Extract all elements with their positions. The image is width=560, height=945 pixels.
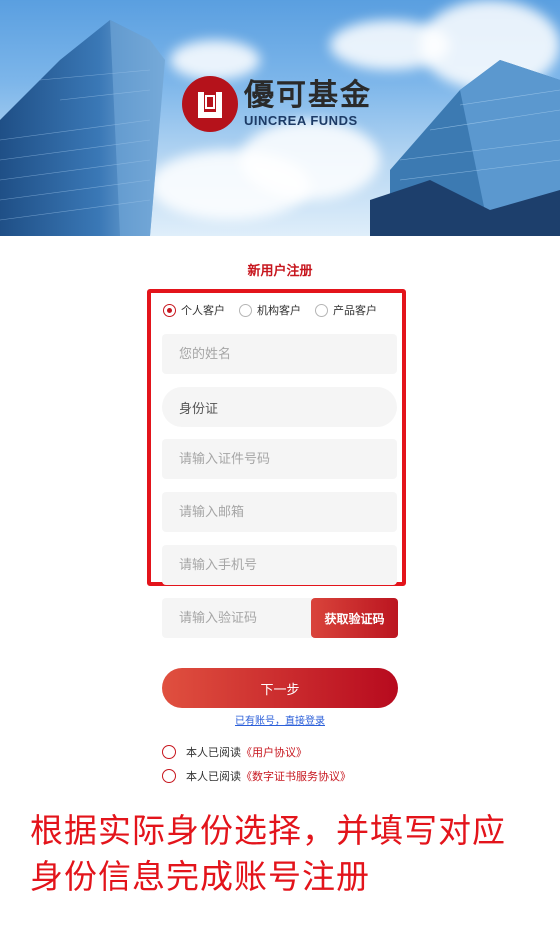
id-number-input[interactable] (162, 439, 397, 479)
cloud (240, 120, 380, 200)
id-type-select[interactable] (162, 387, 397, 427)
radio-unchecked-icon[interactable] (315, 303, 328, 317)
email-input[interactable] (162, 492, 397, 532)
agreement-checkbox[interactable] (162, 745, 176, 759)
radio-institution-customer[interactable]: 机构客户 (239, 302, 301, 318)
radio-label: 机构客户 (257, 304, 301, 317)
agreement-checkbox[interactable] (162, 769, 176, 783)
radio-individual-customer[interactable]: 个人客户 (163, 302, 225, 318)
name-input[interactable] (162, 334, 397, 374)
brand-name-en: UINCREA FUNDS (244, 113, 358, 128)
skyscraper-left-image (0, 20, 165, 236)
get-code-button[interactable]: 获取验证码 (311, 598, 398, 638)
brand-logo: 優可基金 UINCREA FUNDS (182, 76, 382, 132)
login-link[interactable]: 已有账号，直接登录 (0, 712, 560, 727)
next-step-button[interactable]: 下一步 (162, 668, 398, 708)
agreement-prefix: 本人已阅读 (186, 770, 241, 783)
phone-input[interactable] (162, 545, 397, 585)
brand-emblem-icon (182, 76, 238, 132)
agreement-row-certificate: 本人已阅读 《数字证书服务协议》 (162, 768, 351, 784)
user-agreement-link[interactable]: 《用户协议》 (241, 744, 307, 760)
radio-product-customer[interactable]: 产品客户 (315, 302, 377, 318)
agreement-row-user: 本人已阅读 《用户协议》 (162, 744, 307, 760)
header-banner: 優可基金 UINCREA FUNDS (0, 0, 560, 236)
radio-unchecked-icon[interactable] (239, 303, 252, 317)
agreement-prefix: 本人已阅读 (186, 746, 241, 759)
brand-name-cn: 優可基金 (244, 78, 372, 113)
radio-checked-icon[interactable] (163, 303, 176, 317)
verification-code-input[interactable] (162, 598, 312, 638)
caption-line-2: 身份信息完成账号注册 (30, 857, 370, 896)
certificate-agreement-link[interactable]: 《数字证书服务协议》 (241, 768, 351, 784)
radio-label: 产品客户 (333, 304, 377, 317)
emblem-glyph-icon (198, 92, 222, 118)
radio-label: 个人客户 (181, 304, 225, 317)
skyscraper-right-image (370, 60, 560, 236)
instruction-caption: 根据实际身份选择，并填写对应 身份信息完成账号注册 (30, 808, 550, 900)
caption-line-1: 根据实际身份选择，并填写对应 (30, 811, 506, 850)
page-title: 新用户注册 (247, 264, 313, 279)
customer-type-group: 个人客户 机构客户 产品客户 (163, 302, 391, 318)
